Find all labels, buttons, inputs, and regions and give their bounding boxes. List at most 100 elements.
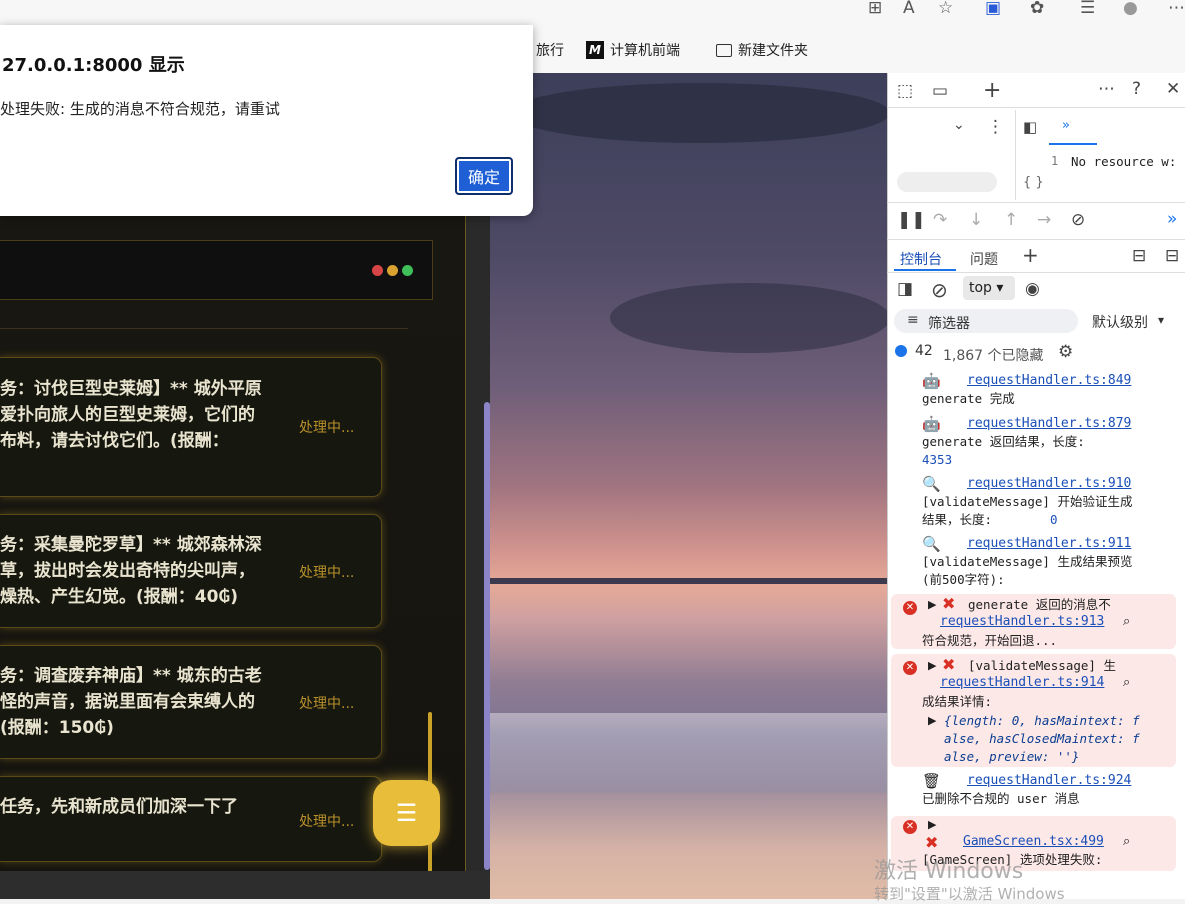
log-message: generate 返回结果，长度: [922,434,1085,449]
eye-icon[interactable]: ◉ [1025,279,1040,299]
activation-watermark-sub: 转到"设置"以激活 Windows [874,885,1065,903]
panel-header [0,240,433,300]
source-link[interactable]: requestHandler.ts:913 [940,614,1104,629]
toggle-navigator-icon[interactable]: ◧ [1023,118,1037,136]
activation-watermark: 激活 Windows [874,859,1024,884]
cross-mark-icon: ✖ [942,594,956,613]
menu-fab-button[interactable]: ☰ [373,780,440,846]
background-scenery [490,73,887,899]
window-dot-green [402,265,413,276]
tab-issues[interactable]: 问题 [970,249,998,269]
folder-icon [716,43,732,57]
alert-message: 处理失败: 生成的消息不符合规范，请重试 [0,100,280,118]
message-count-icon [895,345,907,357]
alert-ok-button[interactable]: 确定 [455,157,513,195]
source-link[interactable]: requestHandler.ts:911 [967,536,1131,551]
tab-console[interactable]: 控制台 [900,249,942,269]
chevron-down-icon[interactable]: ▾ [1158,313,1164,327]
pretty-print-icon[interactable]: { } [1023,175,1044,190]
console-tab-underline [894,269,956,271]
filter-input[interactable]: ≡ 筛选器 [894,309,1078,333]
expand-triangle-icon[interactable]: ▶ [928,714,936,727]
read-aloud-icon[interactable]: A [903,0,915,17]
page-bottom-bar [0,871,490,899]
filter-placeholder: 筛选器 [928,316,970,332]
bookmark-travel[interactable]: 旅行 [536,40,564,60]
active-tab-underline [1049,143,1097,145]
pause-icon[interactable]: ❚❚ [897,210,926,230]
quest-text: 务：调查废弃神庙】** 城东的古老 怪的声音，据说里面有会束缚人的 (报酬：15… [0,666,262,738]
search-icon[interactable]: ⌕ [1123,675,1130,690]
alert-title: 27.0.0.1:8000 显示 [2,55,185,76]
context-selector[interactable]: top ▾ [963,276,1015,300]
favorite-star-icon[interactable]: ☆ [938,0,953,17]
close-devtools-icon[interactable]: ✕ [1166,79,1180,99]
bookmark-label: 旅行 [536,43,564,59]
log-message: 成结果详情: [922,694,993,709]
menu-icon: ☰ [395,799,418,827]
quest-status: 处理中... [299,814,355,830]
bookmark-new-folder[interactable]: 新建文件夹 [716,40,808,60]
sources-pane: ⌄ ⋮ ◧ » 1 No resource w: { } [887,110,1185,200]
source-link[interactable]: requestHandler.ts:924 [967,773,1131,788]
source-link[interactable]: requestHandler.ts:849 [967,373,1131,388]
more-panes-icon[interactable]: » [1167,209,1177,229]
chevron-down-icon[interactable]: ⌄ [953,117,965,133]
source-link[interactable]: requestHandler.ts:879 [967,416,1131,431]
log-message: 符合规范，开始回退... [922,633,1058,648]
log-level-select[interactable]: 默认级别 [1092,312,1148,332]
hidden-count: 1,867 个已隐藏 [943,348,1044,364]
file-search-field[interactable] [897,172,997,192]
dock-icon[interactable]: ⊟ [1132,246,1146,266]
expand-triangle-icon[interactable]: ▶ [928,818,936,831]
close-drawer-icon[interactable]: ⊟ [1165,246,1179,266]
clear-console-icon[interactable]: ⊘ [931,278,948,302]
quest-status: 处理中... [299,420,355,436]
step-out-icon[interactable]: ↑ [1004,210,1018,230]
magnifier-icon: 🔍 [922,475,941,493]
deactivate-breakpoints-icon[interactable]: ⊘ [1071,210,1085,230]
more-options-icon[interactable]: ⋯ [1098,79,1115,99]
horizon-coast [490,578,887,584]
error-badge-icon: ✕ [903,820,917,834]
add-drawer-tab-icon[interactable]: + [1022,243,1039,267]
kebab-icon[interactable]: ⋮ [987,117,1004,137]
help-icon[interactable]: ? [1132,79,1141,99]
expand-triangle-icon[interactable]: ▶ [928,659,936,672]
log-value: 0 [1050,512,1058,527]
message-count: 42 [915,343,933,359]
error-badge-icon: ✕ [903,601,917,615]
source-link[interactable]: GameScreen.tsx:499 [963,834,1104,849]
device-toolbar-icon[interactable]: ▭ [932,81,948,101]
search-icon[interactable]: ⌕ [1123,614,1130,629]
profile-avatar-icon[interactable]: ● [1123,0,1138,17]
search-icon[interactable]: ⌕ [1123,834,1130,849]
add-tab-icon[interactable]: + [983,78,1001,103]
extensions-icon[interactable]: ✿ [1030,0,1044,17]
log-object[interactable]: {length: 0, hasMaintext: false, hasClose… [944,712,1144,766]
more-tabs-icon[interactable]: » [1062,118,1070,133]
step-over-icon[interactable]: ↷ [933,210,947,230]
sidebar-toggle-icon[interactable]: ◨ [897,279,913,299]
bookmark-frontend[interactable]: M 计算机前端 [586,40,680,60]
quest-text: 任务，先和新成员们加深一下了 [0,797,238,817]
log-message: generate 完成 [922,391,1015,406]
source-link[interactable]: requestHandler.ts:910 [967,476,1131,491]
console-settings-icon[interactable]: ⚙ [1058,342,1073,362]
robot-icon: 🤖 [922,415,941,433]
source-text: No resource w: [1071,154,1177,169]
step-icon[interactable]: → [1037,210,1051,230]
inspect-icon[interactable]: ⬚ [897,81,913,101]
filter-icon: ≡ [907,312,919,328]
expand-triangle-icon[interactable]: ▶ [928,598,936,611]
step-into-icon[interactable]: ↓ [969,210,983,230]
grid-icon[interactable]: ⊞ [868,0,882,17]
log-message: [validateMessage] 生成结果预览 (前500字符): [922,554,1133,587]
source-link[interactable]: requestHandler.ts:914 [940,675,1104,690]
favorites-list-icon[interactable]: ☰ [1080,0,1095,17]
error-badge-icon: ✕ [903,661,917,675]
more-menu-icon[interactable]: ⋯ [1168,0,1185,17]
translate-icon[interactable]: ▣ [985,0,1001,17]
cross-mark-icon: ✖ [942,655,956,674]
log-message: generate 返回的消息不 [968,597,1111,612]
